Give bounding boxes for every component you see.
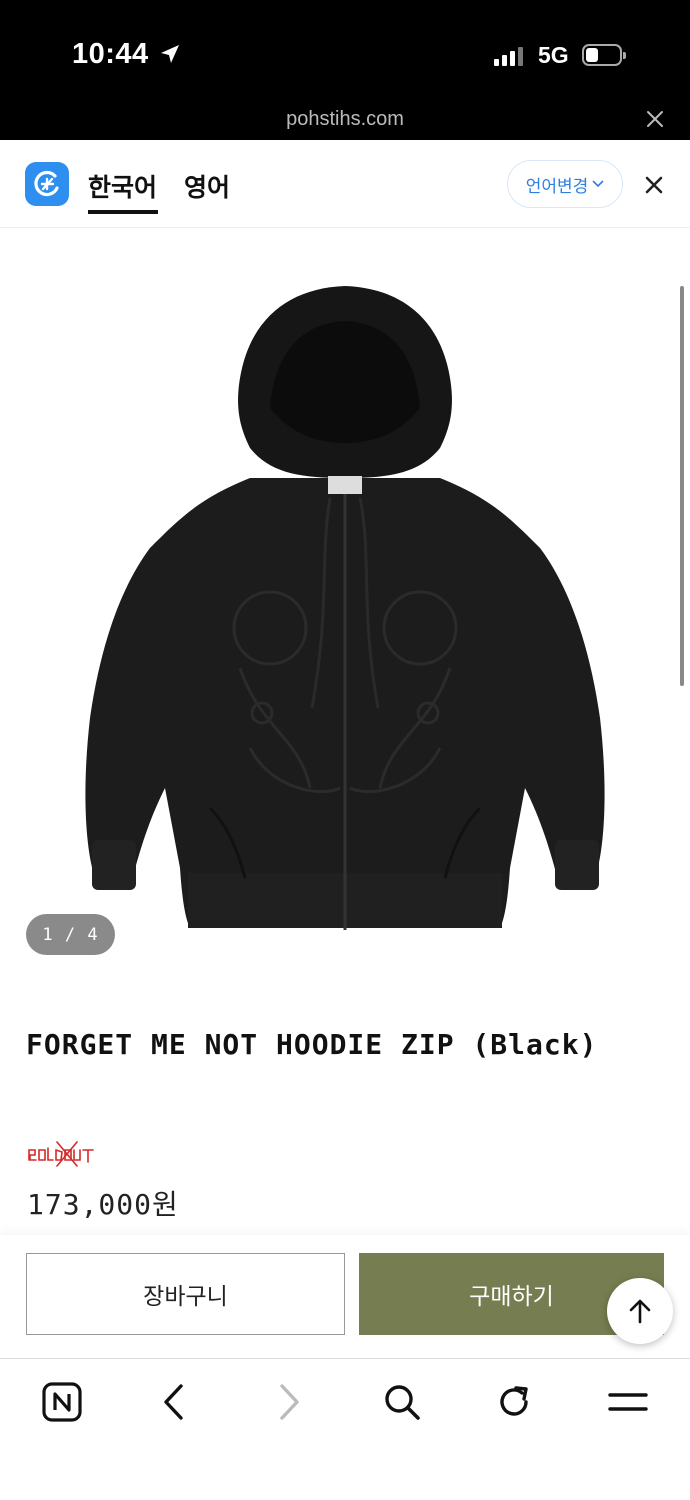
gallery-pager: 1 / 4 (26, 914, 115, 955)
browser-toolbar (0, 1360, 690, 1500)
chevron-down-icon (592, 180, 604, 188)
naver-home-icon[interactable] (40, 1380, 84, 1424)
tab-korean[interactable]: 한국어 (88, 168, 157, 204)
hoodie-illustration (85, 286, 605, 930)
signal-icon (494, 46, 523, 66)
status-bar: 10:44 5G pohstihs.com (0, 0, 690, 140)
sold-out-badge (28, 1141, 94, 1167)
product-image[interactable] (0, 228, 690, 980)
translate-bar: 한국어 영어 언어변경 (0, 140, 690, 228)
close-translate-icon[interactable] (645, 176, 663, 194)
back-icon[interactable] (152, 1380, 196, 1424)
url-label[interactable]: pohstihs.com (0, 108, 690, 131)
purchase-action-bar: 장바구니 구매하기 (0, 1235, 690, 1359)
active-tab-indicator (88, 210, 158, 214)
add-to-cart-button[interactable]: 장바구니 (26, 1253, 345, 1335)
network-label: 5G (538, 42, 569, 68)
forward-icon[interactable] (267, 1380, 311, 1424)
change-language-label: 언어변경 (525, 176, 589, 197)
refresh-icon[interactable] (492, 1380, 536, 1424)
change-language-button[interactable]: 언어변경 (507, 160, 623, 208)
tab-english[interactable]: 영어 (184, 168, 230, 204)
scroll-indicator[interactable] (680, 286, 684, 686)
product-price: 173,000원 (27, 1188, 179, 1221)
battery-icon (582, 44, 626, 66)
close-icon[interactable] (646, 110, 664, 128)
location-arrow-icon (161, 45, 179, 63)
search-icon[interactable] (380, 1380, 424, 1424)
clock: 10:44 (72, 38, 149, 70)
translate-logo-icon (25, 162, 69, 206)
menu-icon[interactable] (606, 1380, 650, 1424)
arrow-up-icon (629, 1299, 651, 1324)
product-title: FORGET ME NOT HOODIE ZIP (Black) (26, 1028, 598, 1061)
scroll-to-top-button[interactable] (607, 1278, 673, 1344)
